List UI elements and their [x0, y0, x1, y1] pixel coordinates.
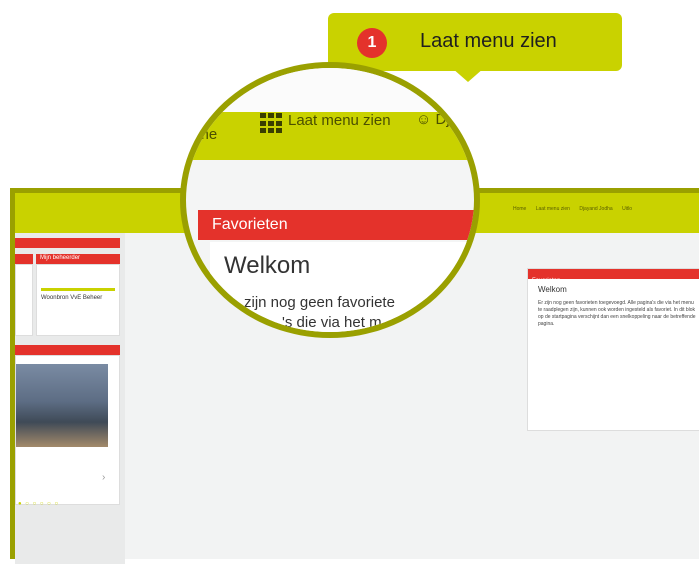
- mini-nav-logout[interactable]: Uitlo: [622, 206, 632, 212]
- mini-nav-home[interactable]: Home: [513, 206, 526, 212]
- zoom-favorieten-title: Favorieten: [212, 216, 288, 233]
- zoom-top-band: [186, 68, 474, 112]
- tile-body-1[interactable]: [15, 264, 33, 336]
- mini-favorieten-head: Favorieten: [528, 269, 699, 284]
- building-photo: [16, 364, 108, 447]
- carousel-dots[interactable]: ● ○ ○ ○ ○ ○: [18, 501, 59, 507]
- mini-nav-user[interactable]: Djayand Jodha: [579, 206, 612, 212]
- step-badge: 1: [357, 28, 387, 58]
- mini-favorieten-body: Er zijn nog geen favorieten toegevoegd. …: [538, 300, 696, 327]
- zoom-user-link[interactable]: ☺ Dj: [416, 111, 450, 128]
- image-tile-header: [15, 345, 120, 355]
- tile-head-1: [15, 254, 33, 264]
- tiles-header: [15, 238, 120, 248]
- mini-nav: Home Laat menu zien Djayand Jodha Uitlo: [513, 206, 640, 212]
- image-tile[interactable]: › ● ○ ○ ○ ○ ○: [15, 355, 120, 507]
- zoom-user-name: Dj: [435, 111, 450, 128]
- tile-text-woonbron: Woonbron VvE Beheer: [41, 295, 103, 301]
- chevron-right-icon[interactable]: ›: [102, 472, 105, 483]
- grid-menu-icon[interactable]: [260, 113, 284, 134]
- zoom-body-line-1: zijn nog geen favoriete: [244, 294, 395, 311]
- tile-body-mijn-beheerder[interactable]: Woonbron VvE Beheer: [36, 264, 120, 336]
- tile-title-mijn-beheerder: Mijn beheerder: [40, 255, 81, 261]
- mini-welkom: Welkom: [538, 285, 567, 294]
- mini-favorieten-panel: Favorieten Welkom Er zijn nog geen favor…: [527, 268, 699, 431]
- zoom-home-link[interactable]: ome: [188, 126, 217, 143]
- tile-accent-bar: [41, 288, 115, 291]
- user-icon: ☺: [416, 111, 432, 128]
- mini-favorieten-title: Favorieten: [532, 278, 561, 284]
- callout-label: Laat menu zien: [420, 30, 557, 52]
- zoom-welkom: Welkom: [224, 252, 311, 279]
- zoom-menu-link[interactable]: Laat menu zien: [288, 112, 391, 129]
- mini-nav-menu[interactable]: Laat menu zien: [536, 206, 570, 212]
- magnifier: ome Laat menu zien ☺ Dj Favorieten Welko…: [180, 62, 480, 338]
- zoom-body-line-2: 's die via het m: [282, 314, 382, 331]
